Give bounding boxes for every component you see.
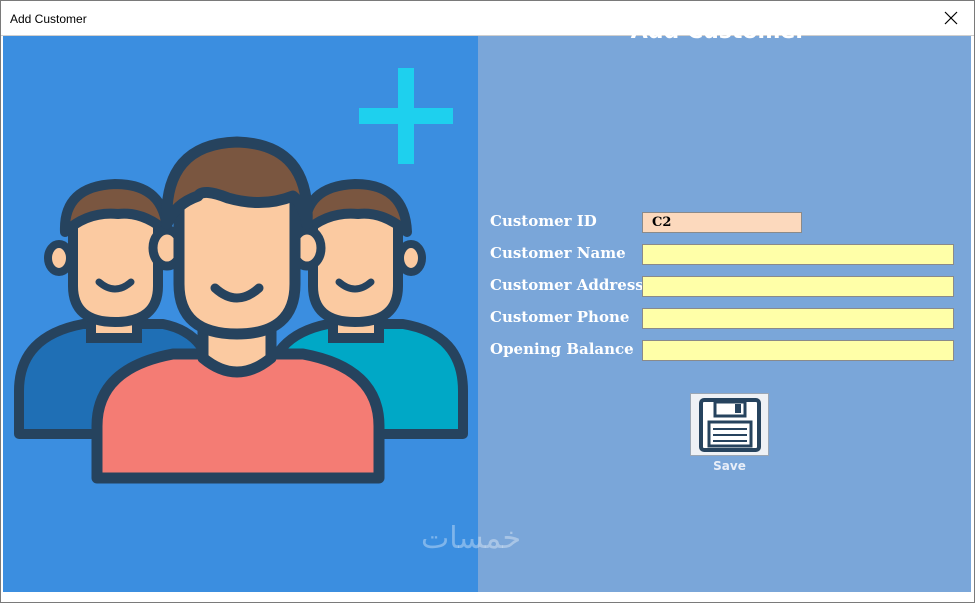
watermark: خمسات [421, 521, 522, 556]
plus-icon [359, 68, 453, 164]
customer-phone-label: Customer Phone [490, 308, 630, 326]
customer-name-label: Customer Name [490, 244, 626, 262]
opening-balance-label: Opening Balance [490, 340, 634, 358]
illustration-panel [3, 36, 478, 592]
save-button-label: Save [713, 459, 746, 473]
save-button[interactable] [690, 393, 769, 456]
customer-address-field[interactable] [642, 276, 954, 297]
window-title: Add Customer [10, 12, 87, 26]
customer-id-field[interactable] [642, 212, 802, 233]
customers-illustration [14, 68, 468, 484]
customer-name-field[interactable] [642, 244, 954, 265]
customer-phone-field[interactable] [642, 308, 954, 329]
add-customer-window: Add Customer Add Customer Customer ID C2… [0, 0, 975, 603]
customer-address-label: Customer Address [490, 276, 644, 294]
opening-balance-field[interactable] [642, 340, 954, 361]
form-title: Add Customer [630, 19, 807, 44]
customer-id-label: Customer ID [490, 212, 597, 230]
floppy-disk-icon [698, 397, 761, 452]
